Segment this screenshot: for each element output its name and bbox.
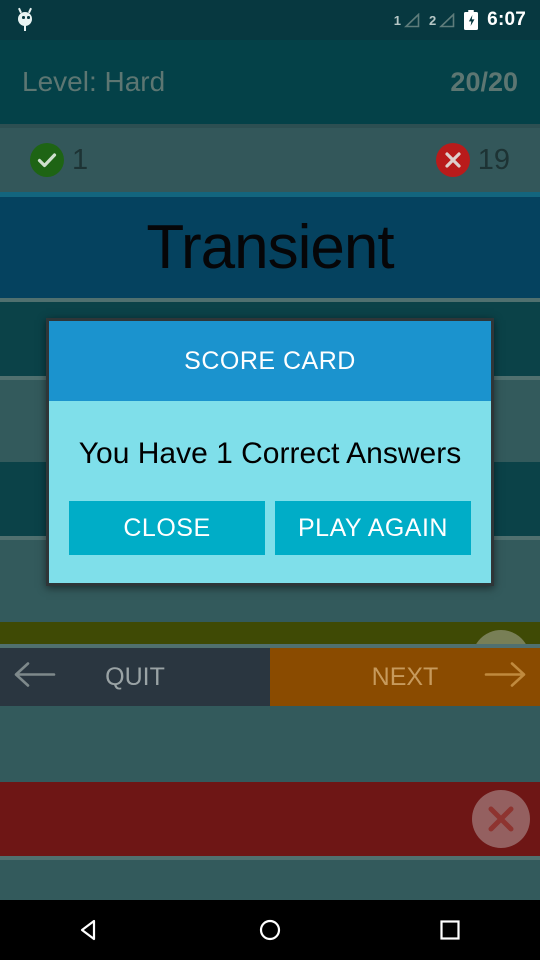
app-screen: 1 2 6:07 Level: Hard 20/20 1 19 Transien… xyxy=(0,0,540,960)
dialog-title: SCORE CARD xyxy=(184,346,356,375)
square-recents-icon[interactable] xyxy=(405,900,495,960)
dialog-header: SCORE CARD xyxy=(49,321,491,401)
close-button[interactable]: CLOSE xyxy=(69,501,265,555)
score-card-dialog: SCORE CARD You Have 1 Correct Answers CL… xyxy=(46,318,494,586)
triangle-back-icon[interactable] xyxy=(45,900,135,960)
android-nav-bar xyxy=(0,900,540,960)
circle-home-icon[interactable] xyxy=(225,900,315,960)
dialog-message: You Have 1 Correct Answers xyxy=(78,437,462,470)
dialog-button-row: CLOSE PLAY AGAIN xyxy=(49,501,491,583)
play-again-button[interactable]: PLAY AGAIN xyxy=(275,501,471,555)
